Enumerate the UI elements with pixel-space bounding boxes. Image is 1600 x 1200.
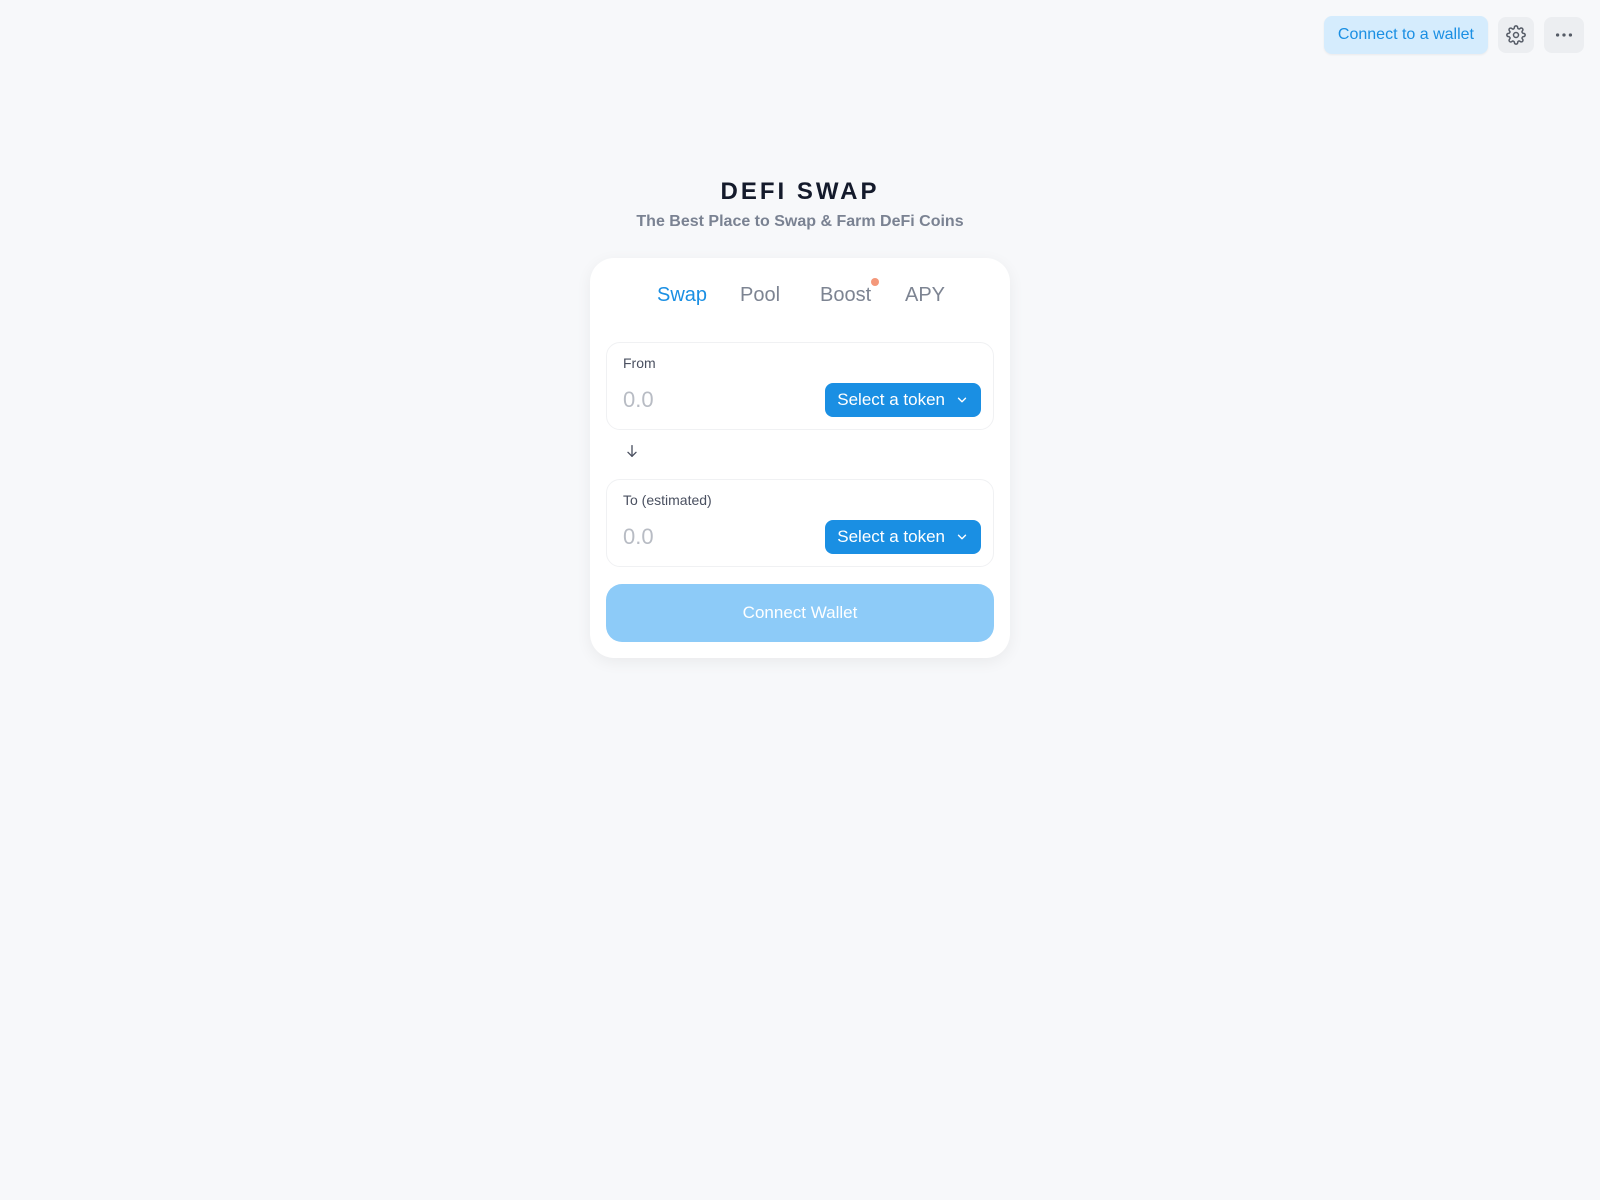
chevron-down-icon bbox=[957, 397, 967, 403]
to-amount-input[interactable] bbox=[623, 520, 803, 554]
from-panel: From Select a token bbox=[606, 342, 994, 430]
chevron-down-icon bbox=[957, 534, 967, 540]
gear-icon bbox=[1506, 25, 1526, 45]
more-horizontal-icon bbox=[1555, 33, 1573, 37]
more-options-button[interactable] bbox=[1544, 17, 1584, 53]
from-amount-input[interactable] bbox=[623, 383, 803, 417]
to-label: To (estimated) bbox=[623, 492, 712, 508]
notification-dot bbox=[871, 278, 880, 286]
to-panel: To (estimated) Select a token bbox=[606, 479, 994, 567]
to-select-token-label: Select a token bbox=[837, 527, 945, 546]
connect-wallet-header-button[interactable]: Connect to a wallet bbox=[1323, 16, 1488, 54]
settings-button[interactable] bbox=[1498, 17, 1534, 53]
tab-apy[interactable]: APY bbox=[905, 284, 945, 307]
from-label: From bbox=[623, 355, 656, 371]
tab-pool[interactable]: Pool bbox=[740, 284, 780, 307]
swap-direction-arrow-icon[interactable] bbox=[624, 443, 640, 459]
from-select-token-button[interactable]: Select a token bbox=[825, 383, 981, 417]
page-subtitle: The Best Place to Swap & Farm DeFi Coins bbox=[636, 213, 964, 230]
tab-boost-label: Boost bbox=[820, 284, 872, 306]
from-select-token-label: Select a token bbox=[837, 390, 945, 409]
tab-swap[interactable]: Swap bbox=[657, 284, 707, 307]
to-select-token-button[interactable]: Select a token bbox=[825, 520, 981, 554]
swap-card: Swap Pool Boost APY From Select a token … bbox=[590, 258, 1010, 658]
header-actions: Connect to a wallet bbox=[1323, 16, 1584, 54]
connect-wallet-button[interactable]: Connect Wallet bbox=[606, 584, 994, 642]
tab-bar: Swap Pool Boost APY bbox=[590, 278, 1010, 314]
tab-boost[interactable]: Boost bbox=[820, 278, 880, 307]
page-title: DEFI SWAP bbox=[720, 178, 880, 205]
